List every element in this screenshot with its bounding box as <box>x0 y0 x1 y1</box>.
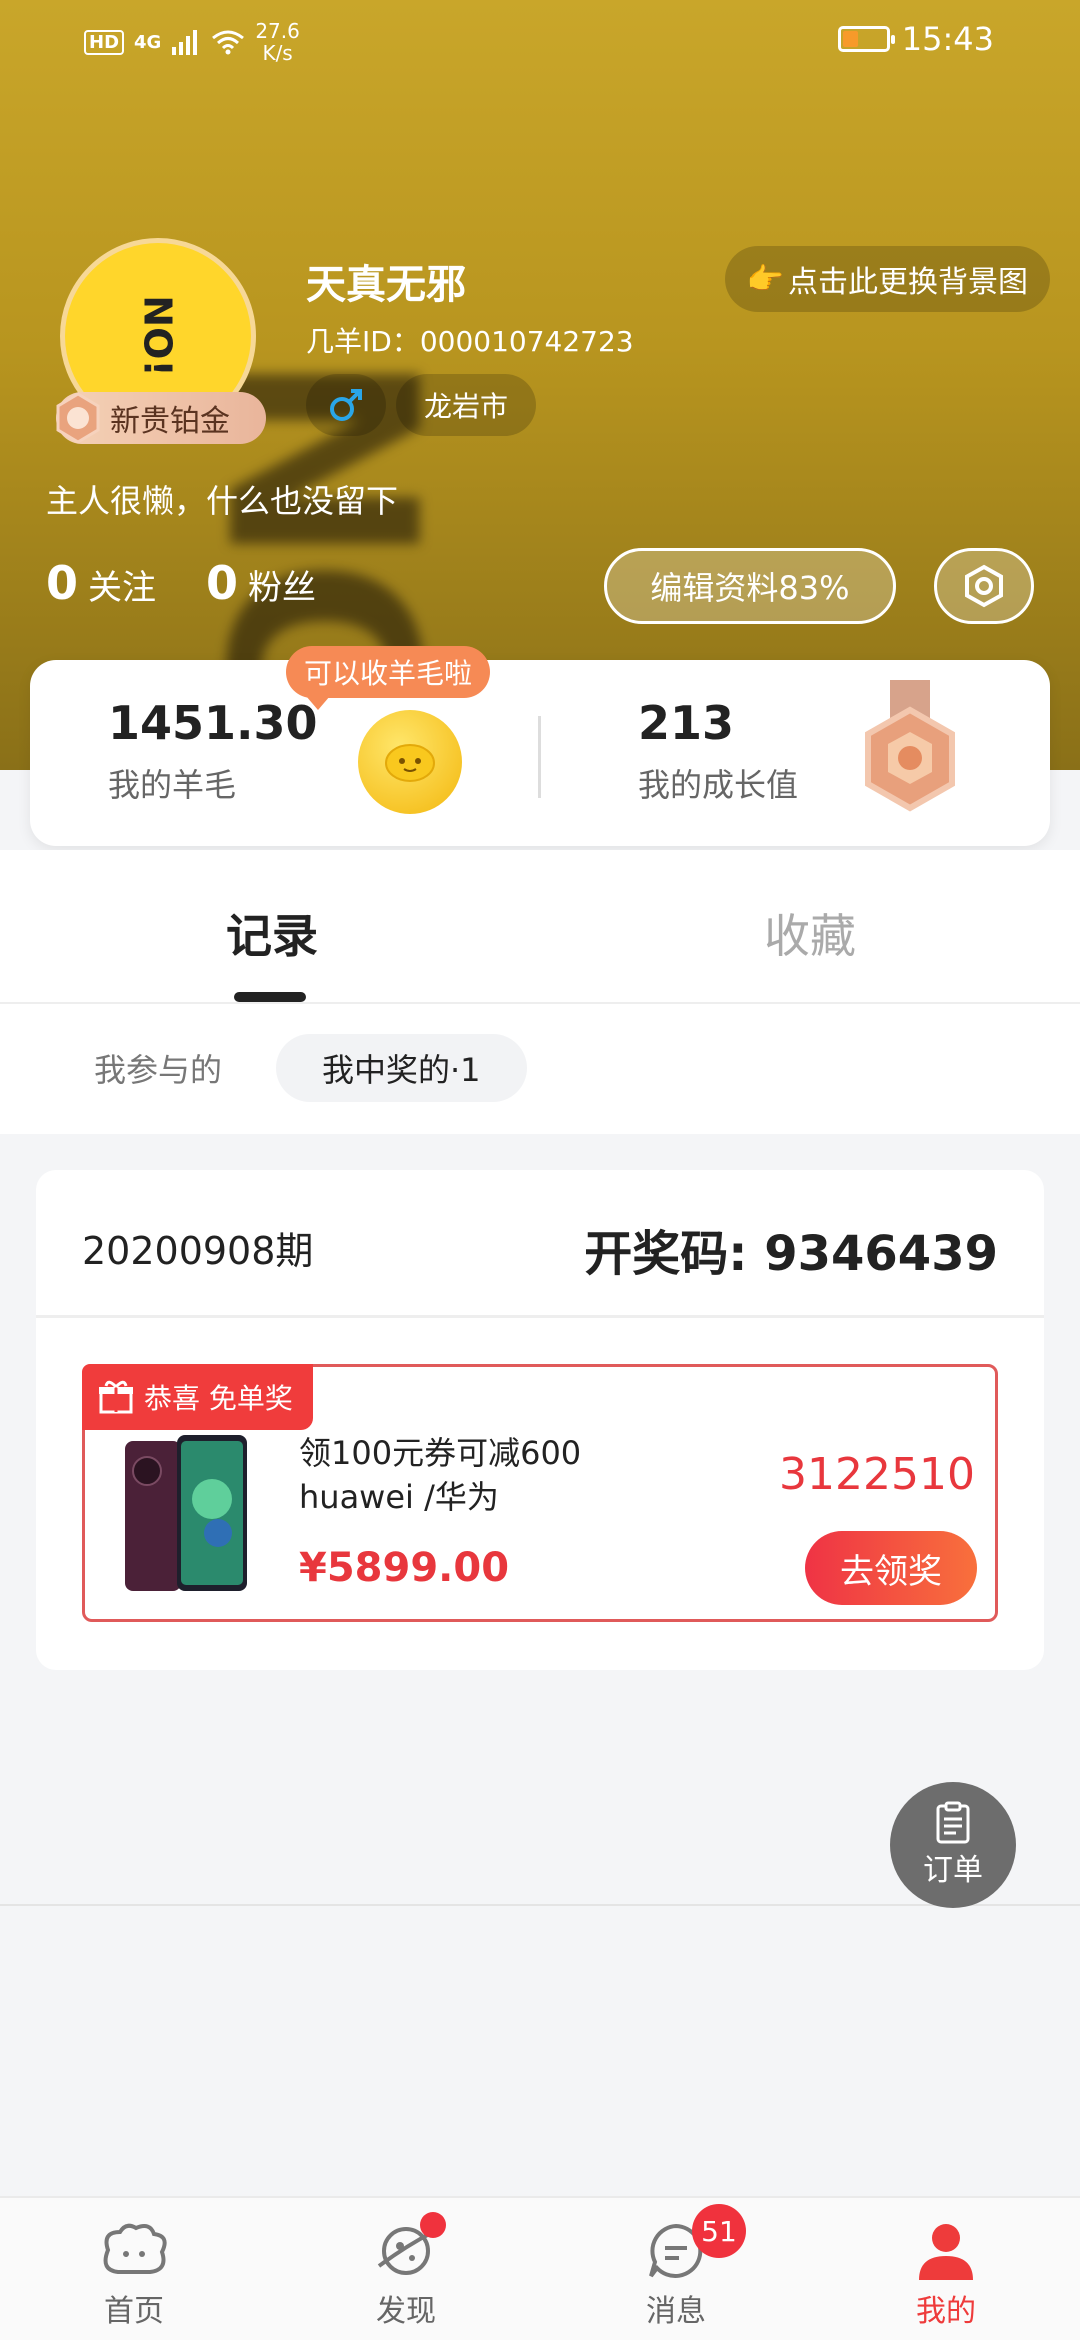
bottom-navigation: 首页 发现 51 消息 我的 <box>0 2196 1080 2340</box>
following-label[interactable]: 关注 <box>88 560 156 609</box>
follow-stats: 0 关注 0 粉丝 <box>46 556 356 610</box>
fans-count[interactable]: 0 <box>206 556 238 610</box>
winning-code: 3122510 <box>779 1449 975 1500</box>
change-background-label: 点击此更换背景图 <box>788 265 1028 300</box>
product-title: 领100元券可减600 huawei /华为 <box>299 1434 582 1516</box>
order-label: 订单 <box>923 1853 983 1888</box>
order-clipboard-icon <box>936 1801 970 1844</box>
record-header: 20200908期 开奖码: 9346439 <box>36 1170 1044 1318</box>
wool-coin-icon[interactable] <box>358 710 462 814</box>
status-bar: HD 4G 27.6 K/s 15:43 <box>0 0 1080 80</box>
sub-tab-bar: 我参与的 我中奖的·1 <box>0 1004 1080 1134</box>
order-fab-button[interactable]: 订单 <box>890 1782 1016 1908</box>
subtab-participated[interactable]: 我参与的 <box>48 1034 268 1102</box>
signal-icon <box>172 30 198 55</box>
nav-home[interactable]: 首页 <box>44 2216 224 2330</box>
hd-icon: HD <box>84 29 125 55</box>
wifi-icon <box>212 30 245 55</box>
nav-messages-label: 消息 <box>646 2294 706 2329</box>
gift-icon <box>99 1380 133 1414</box>
growth-stat[interactable]: 213 我的成长值 <box>638 696 798 806</box>
claim-prize-button[interactable]: 去领奖 <box>805 1531 977 1605</box>
lottery-code: 开奖码: 9346439 <box>584 1226 998 1282</box>
prize-tag-label: 恭喜 免单奖 <box>144 1382 293 1415</box>
product-image <box>125 1435 247 1591</box>
settings-button[interactable] <box>934 548 1034 624</box>
period-label: 20200908期 <box>82 1229 314 1273</box>
tab-favorites[interactable]: 收藏 <box>764 900 856 966</box>
user-id-value: 000010742723 <box>419 325 634 358</box>
wool-value: 1451.30 <box>108 696 318 750</box>
bio: 主人很懒，什么也没留下 <box>46 482 399 520</box>
male-icon <box>330 389 362 421</box>
pointing-hand-icon: 👉 <box>746 261 784 297</box>
tab-bar: 记录 收藏 <box>0 850 1080 1004</box>
rank-medal-icon <box>56 392 100 444</box>
discover-notification-dot <box>420 2212 446 2238</box>
content-separator <box>0 1904 1080 1906</box>
stats-divider <box>538 716 541 798</box>
nav-discover[interactable]: 发现 <box>316 2212 496 2330</box>
settings-icon <box>965 564 1003 608</box>
fans-label[interactable]: 粉丝 <box>248 560 316 609</box>
stats-card: 1451.30 我的羊毛 可以收羊毛啦 213 我的成长值 <box>30 646 1050 846</box>
growth-label: 我的成长值 <box>638 766 799 804</box>
edit-profile-button[interactable]: 编辑资料83% <box>604 548 896 624</box>
tab-records[interactable]: 记录 <box>226 900 318 966</box>
gender-chip <box>306 374 386 436</box>
growth-medal-icon[interactable] <box>840 680 980 830</box>
tab-indicator <box>234 992 306 1002</box>
prize-tag: 恭喜 免单奖 <box>82 1364 313 1430</box>
profile-icon <box>919 2224 973 2280</box>
growth-value: 213 <box>638 696 735 750</box>
prize-item[interactable]: 恭喜 免单奖 领100元券可减600 huawei /华为 ¥5899.00 3… <box>82 1364 998 1622</box>
avatar-text: NO! <box>136 295 180 377</box>
battery-icon <box>837 26 895 52</box>
record-card: 20200908期 开奖码: 9346439 恭喜 免单奖 领100元券可减60… <box>36 1170 1044 1670</box>
collect-wool-tooltip[interactable]: 可以收羊毛啦 <box>286 646 491 710</box>
battery-fill <box>842 31 858 47</box>
nav-messages[interactable]: 51 消息 <box>586 2204 766 2330</box>
rank-badge[interactable]: 新贵铂金 <box>56 392 266 444</box>
wool-stat[interactable]: 1451.30 我的羊毛 <box>108 696 318 806</box>
profile-header[interactable]: NO! HD 4G 27.6 K/s 15:43 NO! 新贵铂金 天真无邪 几… <box>0 0 1080 770</box>
clock: 15:43 <box>901 20 994 58</box>
nav-profile-label: 我的 <box>916 2294 976 2329</box>
user-id: 几羊ID：000010742723 <box>306 320 634 360</box>
following-count[interactable]: 0 <box>46 556 78 610</box>
change-background-button[interactable]: 👉 点击此更换背景图 <box>724 246 1050 312</box>
nav-profile[interactable]: 我的 <box>856 2216 1036 2330</box>
subtab-won[interactable]: 我中奖的·1 <box>276 1034 527 1102</box>
rank-label: 新贵铂金 <box>110 404 230 439</box>
nav-discover-label: 发现 <box>376 2294 436 2329</box>
sheep-home-icon <box>103 2223 167 2274</box>
network-type-label: 4G <box>134 31 162 53</box>
wool-label: 我的羊毛 <box>108 766 237 804</box>
username: 天真无邪 <box>306 262 466 308</box>
speed-unit: K/s <box>262 41 293 65</box>
product-price: ¥5899.00 <box>299 1545 510 1591</box>
nav-home-label: 首页 <box>104 2294 164 2329</box>
user-id-label: 几羊ID： <box>306 325 420 358</box>
speed-value: 27.6 <box>255 19 300 43</box>
sheep-face-icon <box>385 744 435 782</box>
city-label: 龙岩市 <box>424 390 509 423</box>
messages-badge: 51 <box>692 2204 746 2258</box>
network-speed: 27.6 K/s <box>255 20 300 64</box>
city-chip: 龙岩市 <box>396 374 537 436</box>
